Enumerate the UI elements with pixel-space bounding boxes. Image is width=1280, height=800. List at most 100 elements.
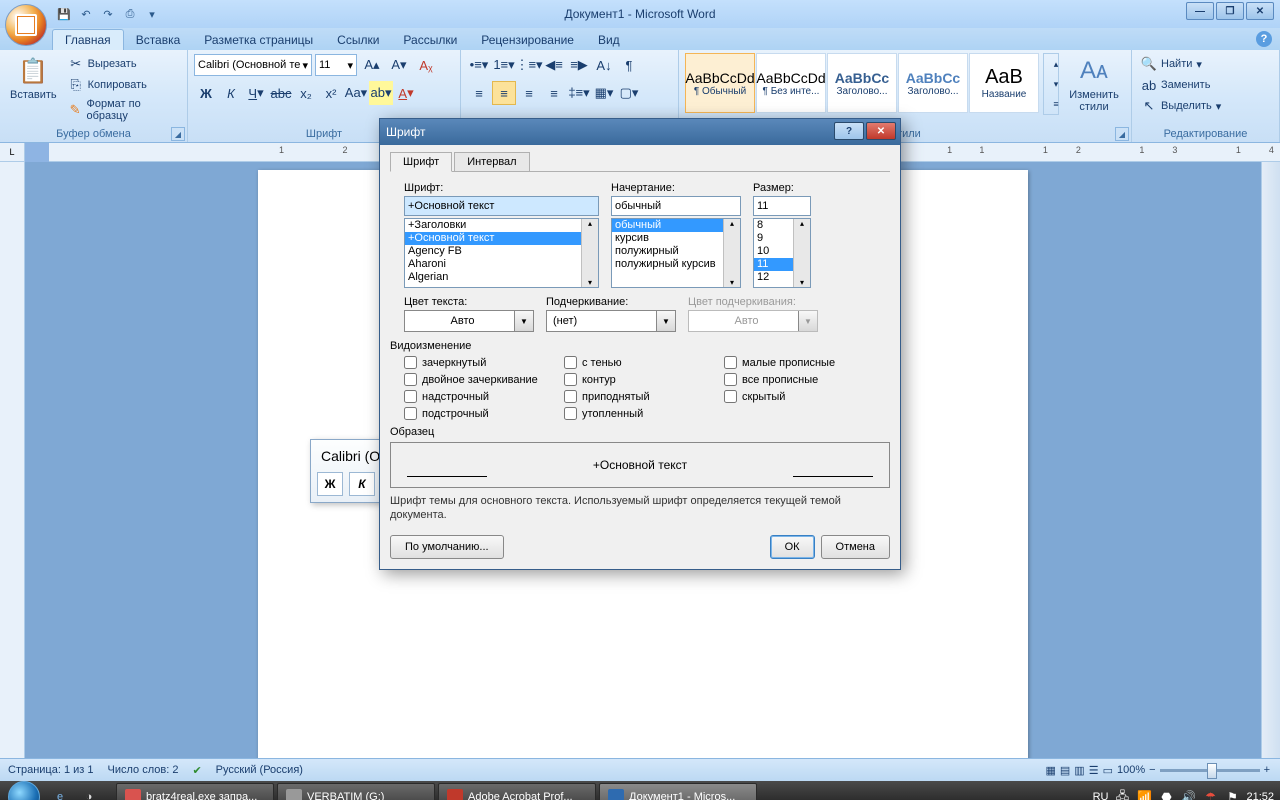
style-listbox[interactable]: обычный курсив полужирный полужирный кур… [611, 218, 741, 288]
taskbar-item-0[interactable]: bratz4real.exe запра... [116, 783, 274, 800]
tray-lang[interactable]: RU [1093, 791, 1109, 800]
tab-references[interactable]: Ссылки [325, 30, 391, 50]
cut-button[interactable]: ✂Вырезать [65, 55, 181, 73]
qat-undo[interactable]: ↶ [77, 5, 95, 23]
strike-button[interactable]: abc [269, 81, 293, 105]
shading-button[interactable]: ▦▾ [592, 81, 616, 105]
zoom-thumb[interactable] [1207, 763, 1217, 779]
styles-launcher[interactable]: ◢ [1115, 127, 1129, 141]
zoom-in-button[interactable]: + [1264, 764, 1270, 776]
view-outline-icon[interactable]: ☰ [1089, 764, 1099, 777]
view-web-icon[interactable]: ▥ [1074, 764, 1084, 777]
zoom-slider[interactable] [1160, 769, 1260, 772]
check-engrave[interactable]: утопленный [564, 407, 724, 420]
tab-review[interactable]: Рецензирование [469, 30, 586, 50]
taskbar-item-1[interactable]: VERBATIM (G:) [277, 783, 435, 800]
indent-inc-button[interactable]: ≡▶ [567, 53, 591, 77]
vertical-ruler[interactable] [0, 162, 25, 758]
underline-button[interactable]: Ч▾ [244, 81, 268, 105]
copy-button[interactable]: ⎘Копировать [65, 76, 181, 94]
check-smallcaps[interactable]: малые прописные [724, 356, 884, 369]
ok-button[interactable]: ОК [770, 535, 815, 559]
status-spell-icon[interactable]: ✔ [192, 764, 201, 777]
borders-button[interactable]: ▢▾ [617, 81, 641, 105]
font-name-input[interactable]: +Основной текст [404, 196, 599, 216]
justify-button[interactable]: ≡ [542, 81, 566, 105]
help-button[interactable]: ? [1256, 31, 1272, 47]
dialog-tab-spacing[interactable]: Интервал [454, 152, 529, 172]
dialog-help-button[interactable]: ? [834, 122, 864, 140]
status-words[interactable]: Число слов: 2 [108, 764, 179, 776]
dialog-titlebar[interactable]: Шрифт ? ✕ [380, 119, 900, 145]
line-spacing-button[interactable]: ‡≡▾ [567, 81, 591, 105]
highlight-button[interactable]: ab▾ [369, 81, 393, 105]
style-nospace[interactable]: AaBbCcDd¶ Без инте... [756, 53, 826, 113]
align-right-button[interactable]: ≡ [517, 81, 541, 105]
qat-print[interactable]: ⎙ [121, 5, 139, 23]
size-listbox[interactable]: 8 9 10 11 12 ▴▾ [753, 218, 811, 288]
check-emboss[interactable]: приподнятый [564, 390, 724, 403]
taskbar-item-3[interactable]: Документ1 - Micros... [599, 783, 757, 800]
tray-clock[interactable]: 21:52 [1246, 791, 1274, 800]
shrink-font-button[interactable]: A▾ [387, 53, 411, 77]
check-allcaps[interactable]: все прописные [724, 373, 884, 386]
check-sub[interactable]: подстрочный [404, 407, 564, 420]
numbering-button[interactable]: 1≡▾ [492, 53, 516, 77]
superscript-button[interactable]: x² [319, 81, 343, 105]
minimize-button[interactable]: — [1186, 2, 1214, 20]
vertical-scrollbar[interactable] [1261, 162, 1280, 758]
style-input[interactable]: обычный [611, 196, 741, 216]
subscript-button[interactable]: x₂ [294, 81, 318, 105]
grow-font-button[interactable]: A▴ [360, 53, 384, 77]
status-lang[interactable]: Русский (Россия) [216, 764, 303, 776]
size-list-scrollbar[interactable]: ▴▾ [793, 219, 810, 287]
clear-format-button[interactable]: Aᵪ [414, 53, 438, 77]
bold-button[interactable]: Ж [194, 81, 218, 105]
dialog-tab-font[interactable]: Шрифт [390, 152, 452, 172]
size-input[interactable]: 11 [753, 196, 811, 216]
font-size-combo[interactable]: 11▾ [315, 54, 357, 76]
qat-redo[interactable]: ↷ [99, 5, 117, 23]
check-dblstrike[interactable]: двойное зачеркивание [404, 373, 564, 386]
color-combo[interactable]: Авто▼ [404, 310, 534, 332]
mini-bold[interactable]: Ж [317, 472, 343, 496]
maximize-button[interactable]: ❐ [1216, 2, 1244, 20]
tab-layout[interactable]: Разметка страницы [192, 30, 325, 50]
change-case-button[interactable]: Aa▾ [344, 81, 368, 105]
bullets-button[interactable]: •≡▾ [467, 53, 491, 77]
taskbar-item-2[interactable]: Adobe Acrobat Prof... [438, 783, 596, 800]
style-h1[interactable]: AaBbCcЗаголово... [827, 53, 897, 113]
style-normal[interactable]: AaBbCcDd¶ Обычный [685, 53, 755, 113]
find-button[interactable]: 🔍Найти▾ [1138, 55, 1205, 73]
show-marks-button[interactable]: ¶ [617, 53, 641, 77]
style-h2[interactable]: AaBbCcЗаголово... [898, 53, 968, 113]
replace-button[interactable]: abЗаменить [1138, 76, 1213, 94]
style-title[interactable]: AaBНазвание [969, 53, 1039, 113]
font-color-button[interactable]: A▾ [394, 81, 418, 105]
sort-button[interactable]: A↓ [592, 53, 616, 77]
underline-combo[interactable]: (нет)▼ [546, 310, 676, 332]
indent-dec-button[interactable]: ◀≡ [542, 53, 566, 77]
dialog-close-button[interactable]: ✕ [866, 122, 896, 140]
format-painter-button[interactable]: ✎Формат по образцу [65, 97, 181, 123]
default-button[interactable]: По умолчанию... [390, 535, 504, 559]
check-outline[interactable]: контур [564, 373, 724, 386]
tab-home[interactable]: Главная [52, 29, 124, 50]
qat-more-icon[interactable]: ▾ [143, 5, 161, 23]
font-name-combo[interactable]: Calibri (Основной те▾ [194, 54, 312, 76]
check-super[interactable]: надстрочный [404, 390, 564, 403]
start-button[interactable] [4, 781, 44, 800]
change-styles-button[interactable]: Aᴀ Изменить стили [1063, 53, 1125, 115]
font-list-scrollbar[interactable]: ▴▾ [581, 219, 598, 287]
zoom-out-button[interactable]: − [1149, 764, 1155, 776]
status-page[interactable]: Страница: 1 из 1 [8, 764, 94, 776]
tray-av-icon[interactable]: ☂ [1202, 789, 1218, 800]
qat-save[interactable]: 💾 [55, 5, 73, 23]
multilevel-button[interactable]: ⋮≡▾ [517, 53, 541, 77]
select-button[interactable]: ↖Выделить▾ [1138, 97, 1224, 115]
check-shadow[interactable]: с тенью [564, 356, 724, 369]
clipboard-launcher[interactable]: ◢ [171, 127, 185, 141]
view-print-icon[interactable]: ▦ [1045, 764, 1055, 777]
style-gallery[interactable]: AaBbCcDd¶ Обычный AaBbCcDd¶ Без инте... … [685, 53, 1039, 113]
close-button[interactable]: ✕ [1246, 2, 1274, 20]
